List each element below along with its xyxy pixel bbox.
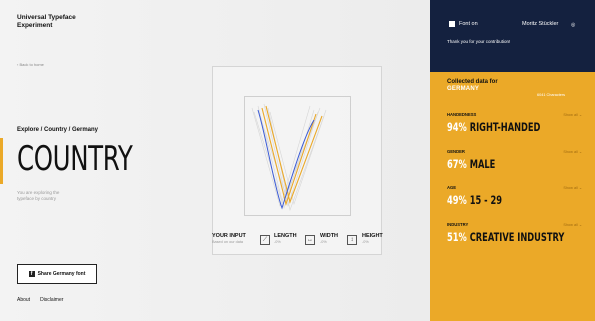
glyph-sample-4 [267, 107, 325, 212]
site-title[interactable]: Universal Typeface Experiment [17, 14, 77, 30]
metric-input-sub: Based on our data [212, 240, 244, 244]
stat-percent: 67% [447, 157, 467, 171]
glyph-visualization [251, 103, 327, 212]
metric-length-label: LENGTH [274, 233, 297, 239]
metric-length: LENGTH -0% [274, 233, 297, 244]
font-toggle[interactable]: Font on [449, 21, 478, 27]
stat-value: 49% 15 - 29 [447, 193, 544, 207]
length-icon: ⟋ [260, 235, 270, 245]
stat-industry: INDUSTRY Show all ⌄ 51% CREATIVE INDUSTR… [447, 222, 582, 244]
metrics-bar: YOUR INPUT Based on our data ⟋ LENGTH -0… [212, 233, 387, 253]
width-icon: ↔ [305, 235, 315, 245]
thanks-message: Thank you for your contribution! [447, 39, 511, 44]
stat-percent: 94% [447, 120, 467, 134]
metric-width-label: WIDTH [320, 233, 339, 239]
stat-handedness: HANDEDNESS Show all ⌄ 94% RIGHT-HANDED [447, 112, 582, 134]
stat-label: GENDER [447, 149, 465, 154]
stat-text: 15 - 29 [469, 193, 502, 207]
show-all-link[interactable]: Show all ⌄ [563, 185, 582, 190]
stat-text: CREATIVE INDUSTRY [469, 230, 565, 244]
show-all-link[interactable]: Show all ⌄ [563, 149, 582, 154]
metric-input: YOUR INPUT Based on our data [212, 233, 246, 244]
stat-value: 94% RIGHT-HANDED [447, 120, 544, 134]
height-icon: ↕ [347, 235, 357, 245]
user-menu-icon[interactable]: ◎ [571, 22, 575, 28]
stat-label: INDUSTRY [447, 222, 469, 227]
stat-percent: 51% [447, 230, 467, 244]
page-description: You are exploring the typeface by countr… [17, 190, 60, 201]
metric-height: HEIGHT -0% [362, 233, 383, 244]
collected-country: GERMANY [447, 86, 480, 92]
stat-gender: GENDER Show all ⌄ 67% MALE [447, 149, 582, 171]
characters-count: 6041 Characters [537, 93, 566, 97]
page-title: COUNTRY [17, 139, 133, 179]
stat-text: RIGHT-HANDED [469, 120, 541, 134]
user-name[interactable]: Moritz Stückler [522, 21, 558, 27]
metric-width: WIDTH -0% [320, 233, 338, 244]
metric-input-label: YOUR INPUT [212, 233, 246, 239]
collected-label: Collected data for [447, 79, 498, 85]
show-all-link[interactable]: Show all ⌄ [563, 222, 582, 227]
stat-label: HANDEDNESS [447, 112, 477, 117]
metric-height-value: -0% [362, 240, 369, 244]
sidebar-top [430, 0, 595, 72]
footer-links: About Disclaimer [17, 297, 63, 303]
stat-age: AGE Show all ⌄ 49% 15 - 29 [447, 185, 582, 207]
share-button-label: Share Germany font [37, 271, 86, 277]
about-link[interactable]: About [17, 297, 30, 303]
stat-text: MALE [469, 157, 496, 171]
stat-percent: 49% [447, 193, 467, 207]
stat-label: AGE [447, 185, 457, 190]
facebook-icon: f [28, 271, 35, 277]
accent-bar [0, 138, 3, 184]
metric-length-value: -0% [274, 240, 281, 244]
disclaimer-link[interactable]: Disclaimer [40, 297, 63, 303]
metric-width-value: -0% [320, 240, 327, 244]
breadcrumb: Explore / Country / Germany [17, 127, 99, 133]
stat-value: 67% MALE [447, 157, 544, 171]
font-toggle-label: Font on [459, 21, 478, 27]
metric-height-label: HEIGHT [362, 233, 383, 239]
font-toggle-checkbox[interactable] [449, 21, 455, 27]
show-all-link[interactable]: Show all ⌄ [563, 112, 582, 117]
stat-value: 51% CREATIVE INDUSTRY [447, 230, 564, 244]
back-link[interactable]: ‹ Back to home [17, 62, 44, 67]
back-link-label: Back to home [19, 62, 44, 67]
share-button[interactable]: f Share Germany font [17, 264, 97, 284]
